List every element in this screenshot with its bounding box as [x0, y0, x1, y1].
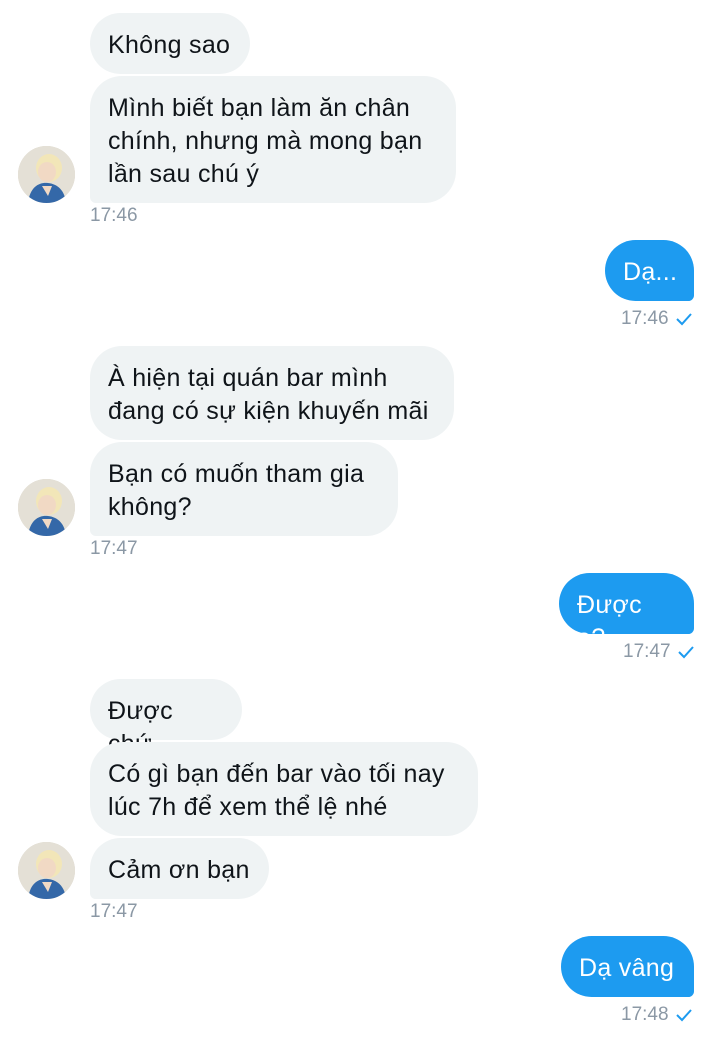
- incoming-message[interactable]: Được chứ: [90, 679, 242, 758]
- avatar-image: [18, 842, 75, 899]
- message-timestamp: 17:47: [90, 538, 138, 559]
- avatar-image: [18, 479, 75, 536]
- outgoing-message[interactable]: Dạ...: [605, 240, 694, 301]
- incoming-message[interactable]: Bạn có muốn tham gia không?: [90, 442, 398, 536]
- incoming-message[interactable]: À hiện tại quán bar mình đang có sự kiện…: [90, 346, 454, 440]
- avatar[interactable]: [18, 479, 75, 536]
- incoming-message[interactable]: Mình biết bạn làm ăn chân chính, nhưng m…: [90, 76, 456, 203]
- checkmark-icon: [675, 1009, 692, 1022]
- message-timestamp: 17:47: [90, 901, 138, 922]
- message-timestamp: 17:46: [90, 205, 138, 226]
- message-timestamp: 17:46: [621, 308, 669, 329]
- avatar[interactable]: [18, 146, 75, 203]
- avatar[interactable]: [18, 842, 75, 899]
- message-status: 17:48: [621, 1004, 693, 1026]
- checkmark-icon: [677, 646, 694, 659]
- incoming-message[interactable]: Có gì bạn đến bar vào tối nay lúc 7h để …: [90, 742, 478, 836]
- message-timestamp: 17:48: [621, 1004, 669, 1025]
- outgoing-message[interactable]: Được ạ?: [559, 573, 694, 652]
- incoming-message[interactable]: Cảm ơn bạn: [90, 838, 269, 899]
- checkmark-icon: [675, 313, 692, 326]
- message-status: 17:47: [623, 641, 695, 663]
- message-timestamp: 17:47: [623, 641, 671, 662]
- message-status: 17:46: [621, 308, 693, 330]
- avatar-image: [18, 146, 75, 203]
- incoming-message[interactable]: Không sao: [90, 13, 250, 74]
- outgoing-message[interactable]: Dạ vâng: [561, 936, 694, 997]
